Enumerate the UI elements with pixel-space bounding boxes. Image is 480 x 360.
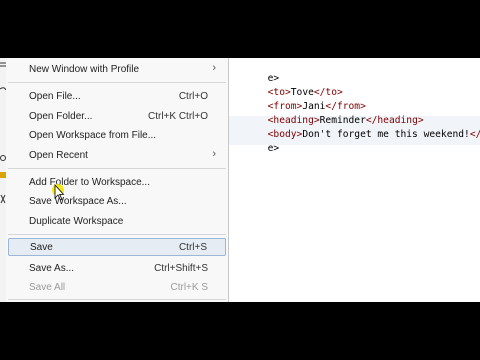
code-line: e> <box>267 143 280 154</box>
menu-item-label: Save As... <box>29 262 75 274</box>
menu-item-label: New Window with Profile <box>29 63 140 75</box>
menu-item-duplicate-workspace[interactable]: Duplicate Workspace <box>8 212 226 230</box>
menu-item-label: Save All <box>29 281 66 293</box>
menu-item-open-file[interactable]: Open File... Ctrl+O <box>8 87 226 105</box>
menu-separator <box>8 299 226 300</box>
menu-item-label: Save <box>30 241 53 253</box>
chevron-right-icon: › <box>212 62 216 74</box>
menu-item-shortcut: Ctrl+O <box>178 90 208 102</box>
file-menu-dropdown: New Window with Profile › Open File... C… <box>6 58 229 302</box>
menu-item-shortcut: Ctrl+K Ctrl+O <box>147 110 208 122</box>
menu-item-label: Open File... <box>29 90 81 102</box>
menu-item-new-window-with-profile[interactable]: New Window with Profile › <box>8 60 226 78</box>
menu-separator <box>8 82 226 83</box>
menu-item-add-folder-to-workspace[interactable]: Add Folder to Workspace... <box>8 173 226 191</box>
menu-item-save-workspace-as[interactable]: Save Workspace As... <box>8 192 226 210</box>
menu-item-save[interactable]: Save Ctrl+S <box>8 238 226 256</box>
menu-separator <box>8 234 226 235</box>
menu-item-label: Duplicate Workspace <box>29 215 124 227</box>
menu-item-shortcut: Ctrl+S <box>178 241 207 253</box>
app-frame: New Window with Profile › Open File... C… <box>0 58 480 302</box>
menu-separator <box>8 168 226 169</box>
menu-item-label: Open Folder... <box>29 110 93 122</box>
chevron-right-icon: › <box>212 148 216 160</box>
menu-item-label: Open Recent <box>29 149 88 161</box>
menu-item-save-all: Save All Ctrl+K S <box>8 278 226 296</box>
menu-item-save-as[interactable]: Save As... Ctrl+Shift+S <box>8 259 226 277</box>
menu-item-label: Open Workspace from File... <box>29 129 157 141</box>
code-editor[interactable]: e> <to>Tove</to> <from>Jani</from> <head… <box>229 58 480 302</box>
mouse-pointer-icon <box>51 183 71 205</box>
menu-item-open-workspace-from-file[interactable]: Open Workspace from File... <box>8 126 226 144</box>
menu-item-open-folder[interactable]: Open Folder... Ctrl+K Ctrl+O <box>8 107 226 125</box>
menu-item-shortcut: Ctrl+K S <box>170 281 208 293</box>
menu-item-open-recent[interactable]: Open Recent › <box>8 146 226 164</box>
menu-item-shortcut: Ctrl+Shift+S <box>154 262 208 274</box>
